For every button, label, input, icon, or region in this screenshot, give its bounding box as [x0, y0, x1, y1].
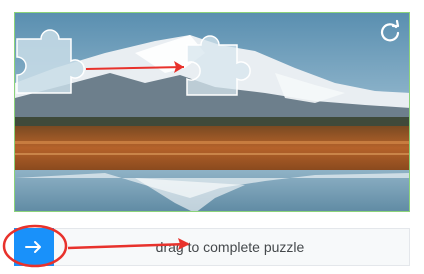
refresh-button[interactable]: [377, 19, 403, 45]
slider-handle[interactable]: [14, 228, 54, 266]
refresh-icon: [380, 19, 400, 42]
landscape-image: [15, 13, 409, 211]
arrow-right-icon: [25, 241, 41, 253]
slider-hint: drag to complete puzzle: [155, 239, 305, 255]
slider-captcha: drag to complete puzzle: [0, 0, 424, 274]
puzzle-image: [14, 12, 410, 212]
slider-track[interactable]: drag to complete puzzle: [14, 228, 410, 266]
